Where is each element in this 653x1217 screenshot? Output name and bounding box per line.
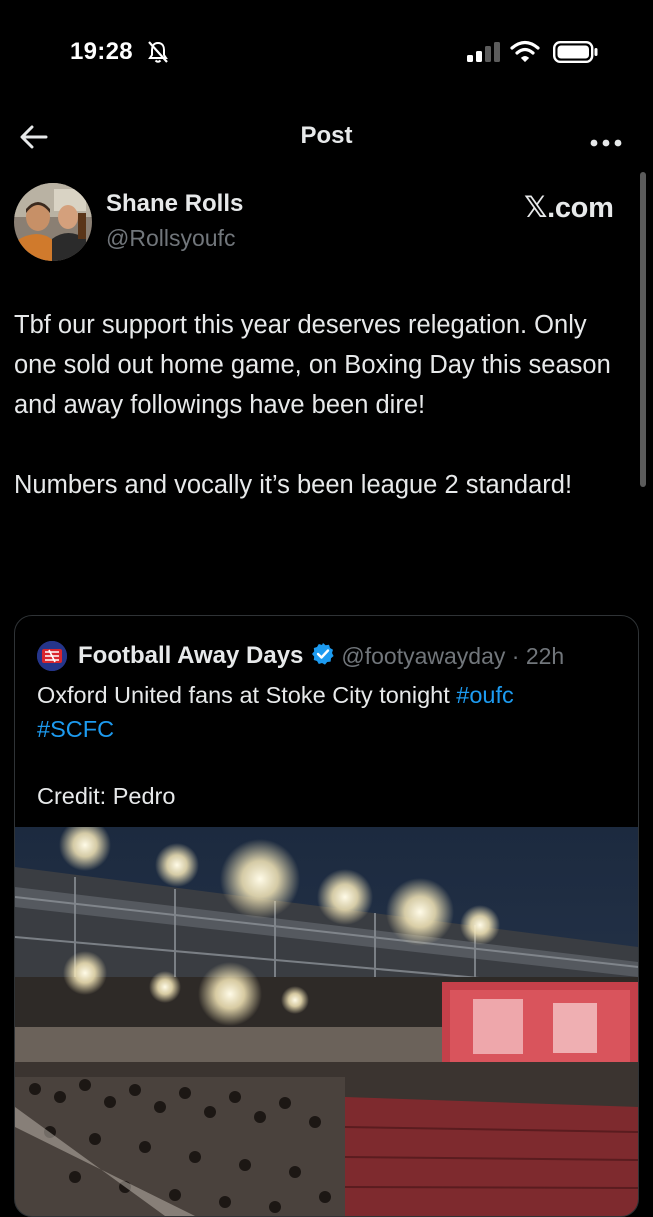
wifi-icon — [510, 40, 540, 67]
hashtag-oufc[interactable]: #oufc — [456, 682, 514, 708]
hashtag-scfc[interactable]: #SCFC — [37, 716, 114, 742]
quoted-post-header: Football Away Days @footyawayday · 22h — [37, 640, 564, 672]
battery-icon — [553, 41, 599, 68]
scrollbar[interactable] — [640, 172, 646, 487]
x-brand-watermark: 𝕏.com — [524, 192, 614, 224]
post-text: Tbf our support this year deserves releg… — [14, 305, 624, 505]
top-nav: Post — [0, 110, 653, 164]
status-bar: 19:28 — [0, 0, 653, 100]
quoted-credit: Credit: Pedro — [37, 783, 176, 809]
avatar[interactable] — [14, 183, 92, 261]
author-handle[interactable]: @Rollsyoufc — [106, 225, 235, 252]
football-away-days-avatar[interactable] — [37, 641, 67, 671]
quoted-text-lead: Oxford United fans at Stoke City tonight — [37, 682, 457, 708]
quoted-handle-time: @footyawayday · 22h — [341, 642, 565, 669]
stadium-photo[interactable] — [15, 819, 638, 1216]
quoted-author-name[interactable]: Football Away Days — [78, 642, 303, 670]
quoted-text: Oxford United fans at Stoke City tonight… — [37, 678, 627, 746]
author-name[interactable]: Shane Rolls — [106, 190, 243, 218]
verified-badge-icon — [311, 642, 335, 671]
status-time: 19:28 — [70, 38, 133, 65]
post-paragraph: Numbers and vocally it’s been league 2 s… — [14, 471, 573, 499]
post-paragraph: Tbf our support this year deserves releg… — [14, 311, 611, 419]
bell-slash-icon — [147, 40, 169, 69]
page-title: Post — [300, 122, 353, 149]
more-horizontal-icon[interactable] — [590, 134, 622, 152]
cellular-signal-icon — [467, 42, 501, 67]
quoted-post[interactable]: Football Away Days @footyawayday · 22h O… — [14, 615, 639, 1217]
